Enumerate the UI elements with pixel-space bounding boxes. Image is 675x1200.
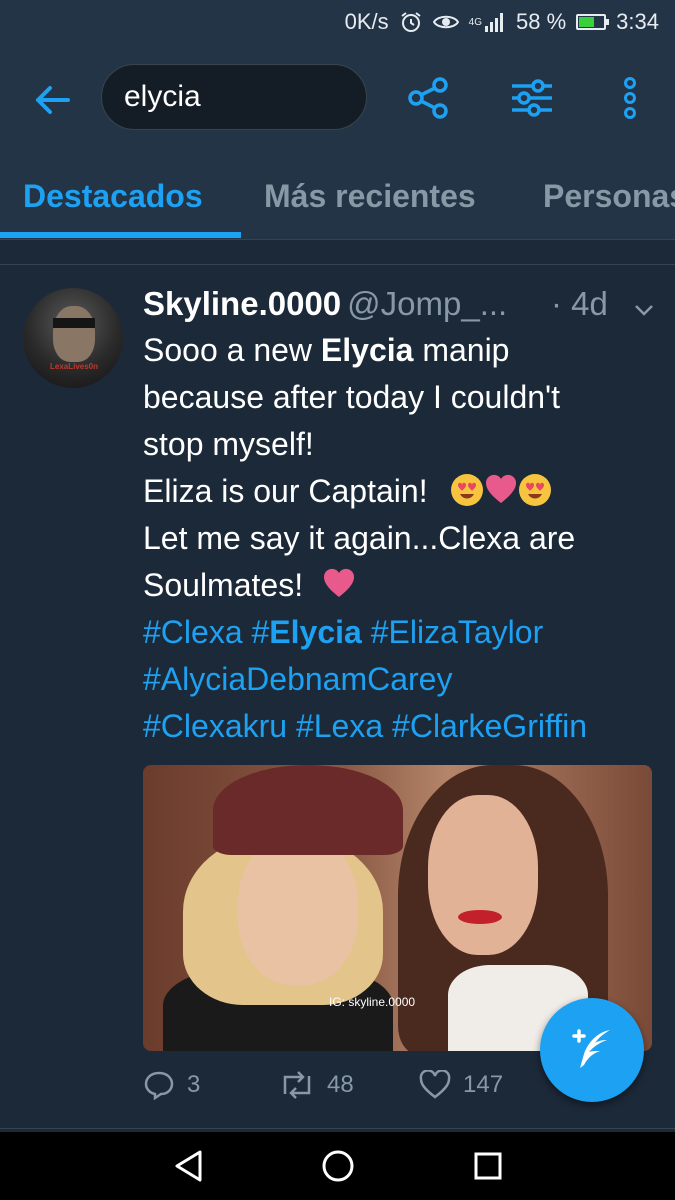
retweet-button[interactable]: 48 [279, 1070, 354, 1100]
display-name[interactable]: Skyline.0000 [143, 285, 341, 322]
text-span: Sooo a new [143, 332, 321, 368]
hashtag-line: #Clexa #Elycia #ElizaTaylor [143, 609, 663, 656]
nav-back-icon [175, 1150, 202, 1182]
previous-tweet-edge [0, 240, 675, 265]
avatar[interactable]: LexaLives0n [23, 288, 123, 388]
heart-eyes-emoji-icon [519, 474, 552, 506]
text-line: Soulmates! [143, 562, 663, 609]
highlighted-term: Elycia [269, 614, 362, 650]
avatar-watermark: LexaLives0n [49, 362, 99, 371]
like-count: 147 [463, 1071, 504, 1098]
like-button[interactable]: 147 [419, 1070, 503, 1100]
search-tabs: Destacados Más recientes Personas [0, 152, 675, 240]
share-icon [408, 77, 448, 119]
tweet-header: Skyline.0000 @Jomp_... · 4d [143, 285, 663, 325]
search-query: elycia [124, 80, 201, 113]
nav-recents-button[interactable] [466, 1146, 510, 1186]
text-line: Sooo a new Elycia manip [143, 327, 663, 374]
more-vertical-icon [624, 77, 636, 119]
heart-outline-icon [419, 1070, 451, 1099]
battery-fill [579, 17, 595, 27]
text-span: Eliza is our Captain! [143, 473, 428, 509]
image-region [213, 765, 403, 855]
image-region [428, 795, 538, 955]
tweet-text: Sooo a new Elycia manip because after to… [143, 327, 663, 750]
highlighted-term: Elycia [320, 332, 414, 368]
heart-emoji-icon [486, 474, 517, 503]
active-tab-indicator [0, 232, 241, 238]
status-bar: 0K/s 4G 58 % 3:34 [0, 0, 675, 44]
hashtag-link[interactable]: #ElizaTaylor [362, 614, 544, 650]
back-arrow-icon [36, 86, 70, 114]
network-type: 4G [468, 16, 483, 28]
tweet-menu-button[interactable] [633, 291, 655, 316]
nav-home-icon [322, 1150, 354, 1182]
image-watermark: IG: skyline.0000 [329, 995, 416, 1009]
more-options-button[interactable] [606, 74, 654, 122]
hashtag-link[interactable]: #Clexakru #Lexa #ClarkeGriffin [143, 703, 663, 750]
user-handle[interactable]: @Jomp_... [347, 285, 507, 322]
text-line: Let me say it again...Clexa are [143, 520, 576, 556]
system-navigation-bar [0, 1132, 675, 1200]
battery-icon [576, 14, 610, 30]
image-region [458, 910, 502, 924]
hashtag-link[interactable]: #AlyciaDebnamCarey [143, 656, 663, 703]
hashtag-link[interactable]: #Clexa [143, 614, 252, 650]
text-span: Soulmates! [143, 567, 304, 603]
signal-icon: 4G [469, 12, 506, 32]
text-line: Eliza is our Captain! [143, 468, 663, 515]
retweet-count: 48 [327, 1071, 354, 1098]
heart-emoji-icon [323, 568, 354, 597]
filter-button[interactable] [508, 74, 556, 122]
eye-comfort-icon [432, 12, 459, 32]
text-line: stop myself! [143, 426, 314, 462]
filter-sliders-icon [512, 79, 552, 117]
text-span: manip [413, 332, 510, 368]
share-button[interactable] [404, 74, 452, 122]
compose-tweet-button[interactable] [540, 998, 644, 1102]
avatar-warpaint [53, 318, 95, 328]
tweet-time: · 4d [551, 285, 608, 322]
heart-eyes-emoji-icon [451, 474, 484, 506]
hash-symbol: # [251, 614, 270, 650]
chevron-down-icon [635, 305, 653, 316]
nav-home-button[interactable] [316, 1146, 360, 1186]
net-speed: 0K/s [344, 9, 389, 34]
image-region [238, 835, 358, 985]
tab-mas-recientes[interactable]: Más recientes [264, 178, 476, 215]
compose-tweet-icon [572, 1029, 610, 1068]
tweet-divider [0, 1128, 675, 1129]
reply-button[interactable]: 3 [143, 1070, 200, 1100]
battery-percent: 58 % [516, 9, 567, 34]
search-input[interactable]: elycia [101, 64, 367, 130]
alarm-icon [399, 10, 423, 34]
clock: 3:34 [616, 9, 659, 34]
app-bar: elycia [0, 44, 675, 152]
avatar-face [53, 306, 95, 362]
tab-destacados[interactable]: Destacados [23, 178, 203, 215]
tab-personas[interactable]: Personas [543, 178, 675, 215]
retweet-icon [283, 1071, 311, 1099]
nav-back-button[interactable] [166, 1146, 210, 1186]
reply-icon [144, 1071, 174, 1100]
reply-count: 3 [187, 1071, 201, 1098]
text-line: because after today I couldn't [143, 379, 561, 415]
hashtag-link[interactable]: #Elycia [252, 614, 362, 650]
back-button[interactable] [30, 78, 74, 122]
nav-recents-icon [474, 1152, 502, 1180]
